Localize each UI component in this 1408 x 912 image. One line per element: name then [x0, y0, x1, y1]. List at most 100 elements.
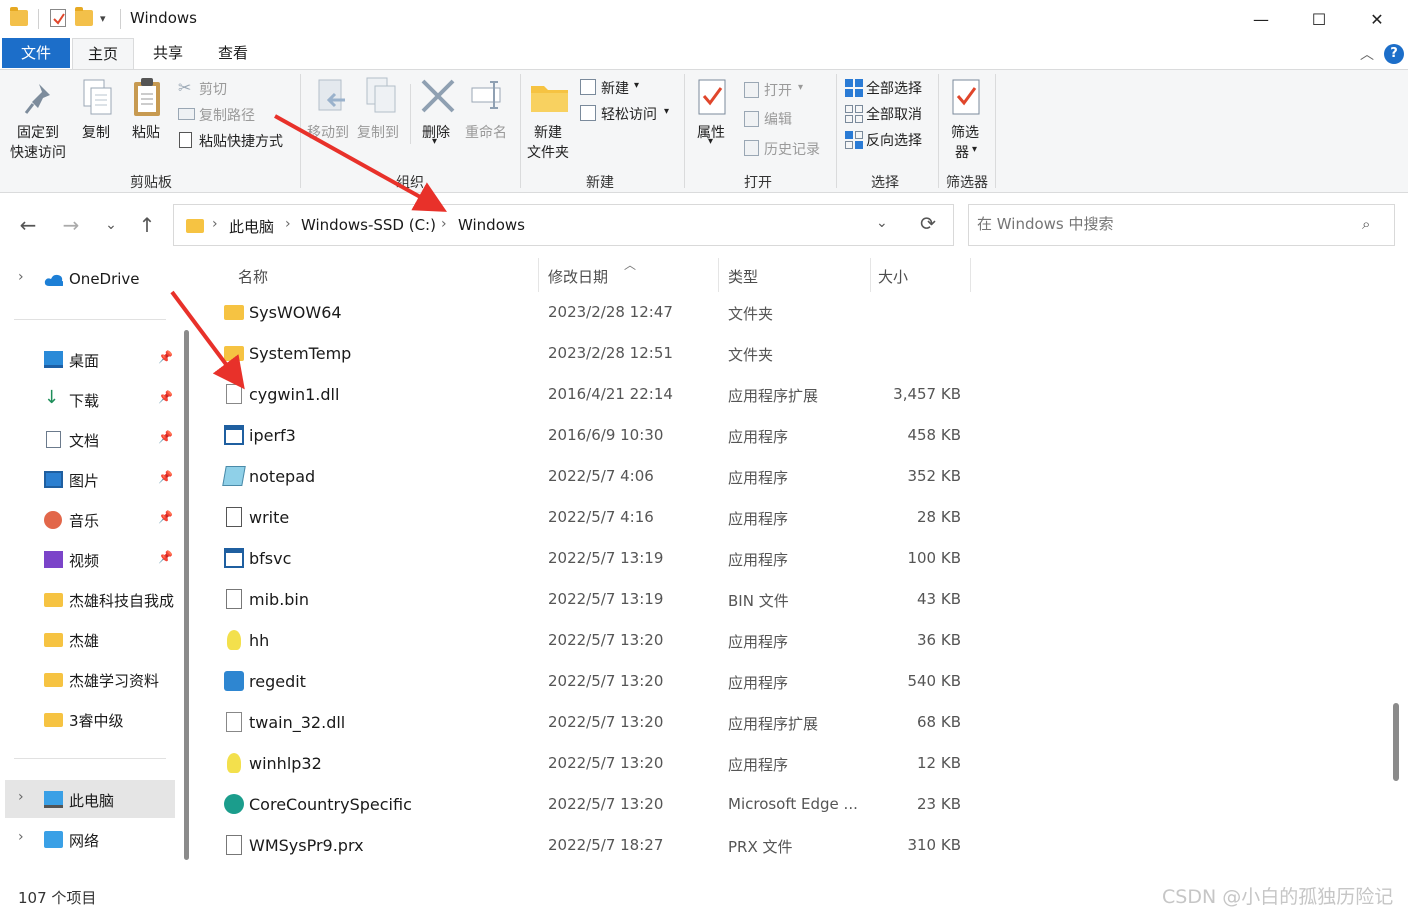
- search-icon[interactable]: ⌕: [1362, 215, 1370, 233]
- nav-item-this-pc[interactable]: › 此电脑: [5, 780, 175, 818]
- file-name: twain_32.dll: [249, 713, 346, 732]
- write-icon: [226, 507, 242, 527]
- expand-chevron-icon[interactable]: ›: [18, 829, 24, 845]
- filter-icon: [952, 79, 980, 115]
- close-button[interactable]: ✕: [1348, 0, 1406, 38]
- pin-icon[interactable]: 📌: [158, 470, 173, 484]
- address-bar[interactable]: › 此电脑 › Windows-SSD (C:) › Windows ⌄ ⟳: [173, 204, 954, 246]
- pin-icon[interactable]: 📌: [158, 390, 173, 404]
- folder-icon: [44, 593, 63, 607]
- breadcrumb-chevron-icon[interactable]: ›: [441, 216, 447, 232]
- column-divider[interactable]: [970, 258, 971, 292]
- expand-chevron-icon[interactable]: ›: [18, 269, 24, 285]
- file-list-scrollbar[interactable]: [1393, 703, 1399, 781]
- new-folder-qa-icon[interactable]: [75, 7, 93, 26]
- table-row[interactable]: iperf3 2016/6/9 10:30 应用程序 458 KB: [220, 415, 961, 456]
- nav-item-network[interactable]: › 网络: [0, 820, 175, 858]
- properties-qa-icon[interactable]: [50, 9, 66, 27]
- table-row[interactable]: hh 2022/5/7 13:20 应用程序 36 KB: [220, 620, 961, 661]
- column-header-size[interactable]: 大小: [878, 266, 908, 287]
- table-row[interactable]: CoreCountrySpecific 2022/5/7 13:20 Microso…: [220, 784, 961, 825]
- pin-icon[interactable]: 📌: [158, 510, 173, 524]
- table-row[interactable]: SysWOW64 2023/2/28 12:47 文件夹: [220, 292, 960, 333]
- expand-chevron-icon[interactable]: ›: [18, 789, 24, 805]
- new-group-label: 新建: [586, 175, 614, 191]
- nav-item-videos[interactable]: 视频 📌: [0, 540, 175, 578]
- nav-label: 杰雄科技自我成: [69, 592, 175, 610]
- nav-item-desktop[interactable]: 桌面 📌: [0, 340, 175, 378]
- pin-icon[interactable]: 📌: [158, 550, 173, 564]
- file-type: 应用程序: [728, 469, 789, 487]
- rename-label: 重命名: [465, 125, 507, 141]
- table-row[interactable]: cygwin1.dll 2016/4/21 22:14 应用程序扩展 3,457 KB: [220, 374, 961, 415]
- table-row[interactable]: write 2022/5/7 4:16 应用程序 28 KB: [220, 497, 961, 538]
- tab-file[interactable]: 文件: [2, 38, 70, 68]
- file-name: SysWOW64: [249, 303, 342, 322]
- back-arrow-icon[interactable]: ←: [15, 212, 41, 238]
- column-divider[interactable]: [718, 258, 719, 292]
- nav-item-folder[interactable]: 杰雄: [0, 620, 175, 658]
- recent-locations-chevron-icon[interactable]: ⌄: [98, 212, 124, 238]
- breadcrumb-chevron-icon[interactable]: ›: [285, 216, 291, 232]
- folder-icon: [224, 305, 244, 320]
- column-header-name[interactable]: 名称: [238, 266, 268, 287]
- pin-icon[interactable]: 📌: [158, 430, 173, 444]
- file-type: 应用程序扩展: [728, 715, 819, 733]
- table-row[interactable]: notepad 2022/5/7 4:06 应用程序 352 KB: [220, 456, 961, 497]
- column-divider[interactable]: [870, 258, 871, 292]
- nav-item-onedrive[interactable]: › OneDrive: [0, 260, 175, 298]
- maximize-button[interactable]: ☐: [1290, 0, 1348, 38]
- breadcrumb-current[interactable]: Windows: [458, 216, 525, 234]
- table-row[interactable]: twain_32.dll 2022/5/7 13:20 应用程序扩展 68 KB: [220, 702, 961, 743]
- file-explorer-window: ▾ Windows — ☐ ✕ 文件 主页 共享 查看 ︿ ? 固定到 快速访问: [0, 0, 1408, 912]
- table-row[interactable]: bfsvc 2022/5/7 13:19 应用程序 100 KB: [220, 538, 961, 579]
- breadcrumb-drive[interactable]: Windows-SSD (C:): [301, 216, 436, 234]
- paste-shortcut-icon: [179, 132, 192, 148]
- breadcrumb-chevron-icon[interactable]: ›: [212, 216, 218, 232]
- refresh-icon[interactable]: ⟳: [920, 213, 936, 235]
- file-icon: [226, 835, 242, 855]
- column-header-modified[interactable]: 修改日期: [548, 266, 608, 287]
- select-all-label: 全部选择: [866, 81, 922, 97]
- table-row[interactable]: regedit 2022/5/7 13:20 应用程序 540 KB: [220, 661, 961, 702]
- file-modified: 2022/5/7 4:06: [548, 467, 654, 485]
- move-to-label: 移动到: [307, 125, 349, 141]
- tab-view[interactable]: 查看: [204, 38, 262, 68]
- table-row[interactable]: SystemTemp 2023/2/28 12:51 文件夹: [220, 333, 960, 374]
- nav-item-documents[interactable]: 文档 📌: [0, 420, 175, 458]
- address-dropdown-chevron-icon[interactable]: ⌄: [876, 215, 888, 231]
- nav-item-pictures[interactable]: 图片 📌: [0, 460, 175, 498]
- breadcrumb-this-pc[interactable]: 此电脑: [229, 216, 274, 237]
- column-header-type[interactable]: 类型: [728, 266, 758, 287]
- search-box[interactable]: ⌕: [968, 204, 1395, 246]
- tab-home[interactable]: 主页: [72, 38, 134, 70]
- nav-item-folder[interactable]: 杰雄学习资料: [0, 660, 175, 698]
- column-divider[interactable]: [538, 258, 539, 292]
- table-row[interactable]: winhlp32 2022/5/7 13:20 应用程序 12 KB: [220, 743, 961, 784]
- nav-item-folder[interactable]: 3睿中级: [0, 700, 175, 738]
- new-item-icon: [580, 79, 596, 95]
- ribbon: 固定到 快速访问 复制 粘贴 ✂ 剪切 复制路径 粘贴快捷方式 剪贴板 移动到 …: [0, 69, 1408, 193]
- forward-arrow-icon[interactable]: →: [58, 212, 84, 238]
- up-arrow-icon[interactable]: ↑: [134, 212, 160, 238]
- table-row[interactable]: WMSysPr9.prx 2022/5/7 18:27 PRX 文件 310 KB: [220, 825, 961, 866]
- file-modified: 2016/4/21 22:14: [548, 385, 673, 403]
- minimize-button[interactable]: —: [1232, 0, 1290, 38]
- ribbon-separator: [836, 74, 837, 188]
- search-input[interactable]: [977, 215, 1357, 233]
- table-row[interactable]: mib.bin 2022/5/7 13:19 BIN 文件 43 KB: [220, 579, 961, 620]
- help-icon[interactable]: ?: [1384, 44, 1404, 64]
- exe-icon: [224, 548, 244, 568]
- nav-scrollbar[interactable]: [184, 330, 189, 860]
- properties-icon: [698, 79, 726, 115]
- file-name: regedit: [249, 672, 306, 691]
- tab-share[interactable]: 共享: [140, 38, 196, 68]
- nav-item-downloads[interactable]: ↓ 下载 📌: [0, 380, 175, 418]
- pin-icon[interactable]: 📌: [158, 350, 173, 364]
- regedit-icon: [224, 671, 244, 691]
- customize-qa-dropdown-icon[interactable]: ▾: [100, 12, 118, 28]
- file-name: bfsvc: [249, 549, 292, 568]
- collapse-ribbon-icon[interactable]: ︿: [1360, 44, 1374, 64]
- nav-item-music[interactable]: 音乐 📌: [0, 500, 175, 538]
- nav-item-folder[interactable]: 杰雄科技自我成: [0, 580, 175, 618]
